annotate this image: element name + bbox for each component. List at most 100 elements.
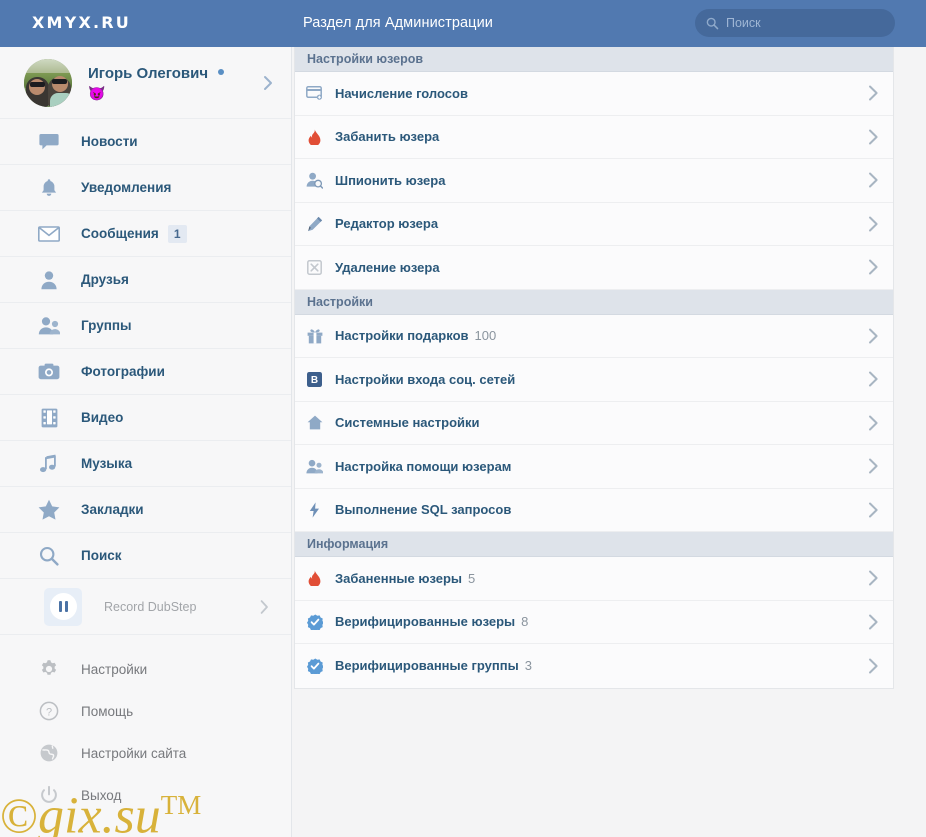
row-label: Выполнение SQL запросов <box>335 502 512 518</box>
search-icon <box>706 17 719 29</box>
messages-badge: 1 <box>167 224 187 243</box>
row-gift-settings[interactable]: Настройки подарков 100 <box>295 314 893 358</box>
users-icon <box>38 315 60 337</box>
app-root: XMYX.RU Раздел для Администрации Поиск И… <box>0 0 926 837</box>
sidebar-item-video[interactable]: Видео <box>0 395 291 441</box>
gear-icon <box>38 658 60 680</box>
home-icon <box>306 414 323 431</box>
vk-icon: B <box>306 371 323 388</box>
row-verified-groups[interactable]: Верифицированные группы 3 <box>295 644 893 688</box>
close-box-icon <box>306 259 323 276</box>
chevron-right-icon <box>260 599 268 614</box>
row-label: Редактор юзера <box>335 216 439 232</box>
pencil-icon <box>306 215 323 232</box>
sidebar-item-messages[interactable]: Сообщения 1 <box>0 211 291 257</box>
profile-row[interactable]: Игорь Олегович 😈 <box>0 47 291 119</box>
verified-icon <box>306 613 323 630</box>
row-ban-user[interactable]: Забанить юзера <box>295 115 893 159</box>
chevron-right-icon <box>869 259 878 275</box>
sidebar-item-logout[interactable]: Выход <box>0 774 291 816</box>
sidebar-item-label: Видео <box>81 410 124 425</box>
envelope-icon <box>38 223 60 245</box>
profile-status: 😈 <box>88 84 106 101</box>
sidebar-item-label: Сообщения <box>81 226 159 241</box>
sidebar-item-search[interactable]: Поиск <box>0 533 291 579</box>
sidebar-item-label: Музыка <box>81 456 133 471</box>
audio-player-row[interactable]: Record DubStep <box>0 579 291 635</box>
row-label: Удаление юзера <box>335 259 440 275</box>
chevron-right-icon <box>869 371 878 387</box>
chevron-right-icon <box>869 658 878 674</box>
row-spy-user[interactable]: Шпионить юзера <box>295 159 893 203</box>
sidebar-item-label: Настройки сайта <box>81 745 187 761</box>
row-label: Настройка помощи юзерам <box>335 458 512 474</box>
header-search-box[interactable]: Поиск <box>695 9 895 37</box>
sidebar-item-music[interactable]: Музыка <box>0 441 291 487</box>
sidebar-item-label: Закладки <box>81 502 144 517</box>
left-sidebar: Игорь Олегович 😈 Новости Уведомления Соо… <box>0 47 292 837</box>
sidebar-item-label: Группы <box>81 318 132 333</box>
power-icon <box>38 784 60 806</box>
sidebar-secondary-nav: Настройки ? Помощь Настройки сайта Выход <box>0 635 291 816</box>
sidebar-item-label: Фотографии <box>81 364 165 379</box>
chevron-right-icon <box>869 458 878 474</box>
sidebar-nav: Новости Уведомления Сообщения 1 Друзья Г… <box>0 119 291 816</box>
verified-icon <box>306 657 323 674</box>
section-header-information: Информация <box>295 532 893 557</box>
comment-icon <box>38 131 60 153</box>
sidebar-item-bookmarks[interactable]: Закладки <box>0 487 291 533</box>
sidebar-item-photos[interactable]: Фотографии <box>0 349 291 395</box>
sidebar-item-label: Выход <box>81 787 122 803</box>
sidebar-item-label: Помощь <box>81 703 134 719</box>
row-delete-user[interactable]: Удаление юзера <box>295 246 893 290</box>
avatar <box>24 58 72 107</box>
section-header-user-settings: Настройки юзеров <box>295 47 893 72</box>
sidebar-item-groups[interactable]: Группы <box>0 303 291 349</box>
row-social-login-settings[interactable]: B Настройки входа соц. сетей <box>295 358 893 402</box>
sidebar-item-label: Новости <box>81 134 138 149</box>
search-icon <box>38 545 60 567</box>
svg-text:?: ? <box>46 706 52 718</box>
fire-icon <box>306 570 323 587</box>
admin-panel: Настройки юзеров Начисление голосов Заба… <box>294 47 894 689</box>
row-sql-queries[interactable]: Выполнение SQL запросов <box>295 488 893 532</box>
sidebar-item-notifications[interactable]: Уведомления <box>0 165 291 211</box>
chevron-right-icon <box>869 85 878 101</box>
chevron-right-icon <box>869 172 878 188</box>
row-label: Верифицированные группы <box>335 658 519 674</box>
sidebar-item-label: Друзья <box>81 272 129 287</box>
sidebar-item-help[interactable]: ? Помощь <box>0 690 291 732</box>
row-banned-users[interactable]: Забаненные юзеры 5 <box>295 557 893 601</box>
section-header-settings: Настройки <box>295 289 893 315</box>
row-label: Настройки подарков <box>335 328 469 344</box>
question-circle-icon: ? <box>38 700 60 722</box>
row-system-settings[interactable]: Системные настройки <box>295 401 893 445</box>
chevron-right-icon <box>869 614 878 630</box>
row-label: Забанить юзера <box>335 129 440 145</box>
player-track-title: Record DubStep <box>104 599 197 614</box>
chevron-right-icon <box>264 75 272 90</box>
chevron-right-icon <box>869 216 878 232</box>
search-placeholder-text: Поиск <box>726 16 761 30</box>
music-note-icon <box>38 453 60 475</box>
sidebar-item-label: Настройки <box>81 661 148 677</box>
sidebar-item-friends[interactable]: Друзья <box>0 257 291 303</box>
sidebar-item-settings[interactable]: Настройки <box>0 648 291 690</box>
row-verified-users[interactable]: Верифицированные юзеры 8 <box>295 600 893 644</box>
row-label: Верифицированные юзеры <box>335 614 516 630</box>
row-user-editor[interactable]: Редактор юзера <box>295 202 893 246</box>
page-title: Раздел для Администрации <box>303 15 493 31</box>
row-label: Системные настройки <box>335 415 480 431</box>
chevron-right-icon <box>869 502 878 518</box>
site-logo[interactable]: XMYX.RU <box>32 13 131 32</box>
sidebar-item-label: Поиск <box>81 548 122 563</box>
sidebar-item-news[interactable]: Новости <box>0 119 291 165</box>
film-icon <box>38 407 60 429</box>
row-vote-accrual[interactable]: Начисление голосов <box>295 72 893 116</box>
player-play-pause-button[interactable] <box>44 587 82 626</box>
row-count: 8 <box>521 614 529 630</box>
chevron-right-icon <box>869 328 878 344</box>
top-header-bar: XMYX.RU Раздел для Администрации Поиск <box>0 0 926 47</box>
sidebar-item-site-settings[interactable]: Настройки сайта <box>0 732 291 774</box>
row-user-help-settings[interactable]: Настройка помощи юзерам <box>295 445 893 489</box>
